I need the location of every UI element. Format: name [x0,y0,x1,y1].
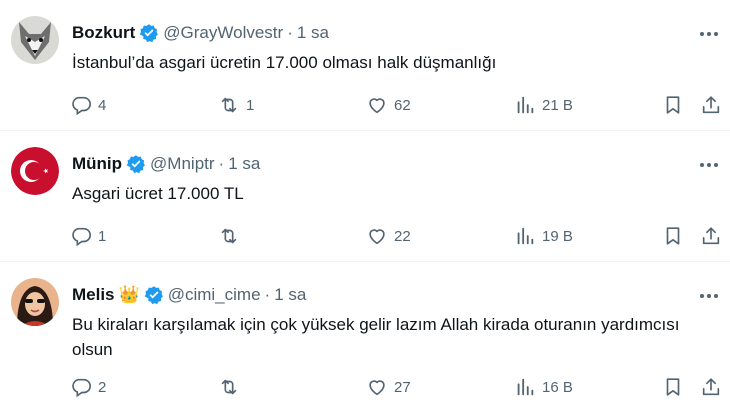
tweet-text: Asgari ücret 17.000 TL [72,184,244,203]
display-name[interactable]: Münip [72,153,122,175]
reply-count: 4 [98,96,107,114]
like-button[interactable]: 22 [366,224,411,248]
avatar[interactable] [11,278,59,326]
retweet-icon [221,97,237,113]
separator: · [287,23,293,42]
views-button[interactable]: 19 B [514,224,573,248]
separator: · [218,154,225,173]
tweet-actions: 4 1 62 21 B [70,93,730,117]
reply-icon [72,378,91,398]
share-icon [702,96,720,114]
tweet-header: Bozkurt @GrayWolvestr · 1 sa [72,22,329,44]
views-count: 19 B [542,227,573,245]
retweet-button[interactable] [218,375,246,399]
like-count: 22 [394,227,411,245]
bookmark-button[interactable] [662,375,684,399]
share-icon [702,378,720,396]
bookmark-button[interactable] [662,93,684,117]
views-button[interactable]: 21 B [514,93,573,117]
tweet-text: İstanbul’da asgari ücretin 17.000 olması… [72,53,497,72]
more-options-icon[interactable] [698,286,720,306]
more-options-icon[interactable] [698,155,720,175]
verified-badge-icon [139,24,159,43]
tweet-header: Melis 👑 @cimi_cime · 1 sa [72,284,306,306]
separator: · [264,285,271,304]
views-button[interactable]: 16 B [514,375,573,399]
heart-icon [369,380,385,396]
retweet-button[interactable]: 1 [218,93,254,117]
user-handle[interactable]: @GrayWolvestr [163,22,283,44]
retweet-count: 1 [246,96,255,114]
retweet-icon [221,379,237,395]
share-button[interactable] [700,93,722,117]
analytics-icon [517,227,534,245]
display-name[interactable]: Bozkurt [72,22,135,44]
reply-icon [72,227,91,247]
heart-icon [369,229,385,245]
analytics-icon [517,96,534,114]
reply-button[interactable]: 2 [70,375,106,399]
bookmark-icon [666,96,680,114]
bookmark-button[interactable] [662,224,684,248]
like-count: 27 [394,378,411,396]
tweet-text: Bu kiraları karşılamak için çok yüksek g… [72,315,680,359]
reply-icon [72,96,91,116]
display-name[interactable]: Melis [72,284,115,306]
like-button[interactable]: 62 [366,93,411,117]
crown-emoji: 👑 [118,285,140,304]
tweet-header: Münip @Mniptr · 1 sa [72,153,260,175]
reply-count: 1 [98,227,107,245]
heart-icon [369,98,385,114]
reply-button[interactable]: 4 [70,93,106,117]
more-options-icon[interactable] [698,24,720,44]
share-button[interactable] [700,224,722,248]
timestamp[interactable]: 1 sa [228,153,260,175]
retweet-icon [221,228,237,244]
user-handle[interactable]: @Mniptr [150,153,215,175]
like-button[interactable]: 27 [366,375,411,399]
views-count: 16 B [542,378,573,396]
reply-count: 2 [98,378,107,396]
share-button[interactable] [700,375,722,399]
tweet[interactable]: Münip @Mniptr · 1 sa Asgari ücret 17.000… [0,131,730,262]
reply-button[interactable]: 1 [70,224,106,248]
avatar[interactable] [11,16,59,64]
bookmark-icon [666,378,680,396]
tweet-actions: 1 22 19 B [70,224,730,248]
verified-badge-icon [126,155,145,174]
tweet-actions: 2 27 16 B [70,375,730,399]
views-count: 21 B [542,96,573,114]
avatar[interactable] [11,147,59,195]
retweet-button[interactable] [218,224,246,248]
bookmark-icon [666,227,680,245]
timestamp[interactable]: 1 sa [297,22,329,44]
timeline: Bozkurt @GrayWolvestr · 1 sa İstanbul’da… [0,0,730,420]
analytics-icon [517,378,534,396]
tweet[interactable]: Melis 👑 @cimi_cime · 1 sa Bu kiraları ka… [0,262,730,420]
verified-badge-icon [144,286,163,305]
tweet[interactable]: Bozkurt @GrayWolvestr · 1 sa İstanbul’da… [0,0,730,131]
timestamp[interactable]: 1 sa [274,284,306,306]
user-handle[interactable]: @cimi_cime [168,284,261,306]
share-icon [702,227,720,245]
like-count: 62 [394,96,411,114]
